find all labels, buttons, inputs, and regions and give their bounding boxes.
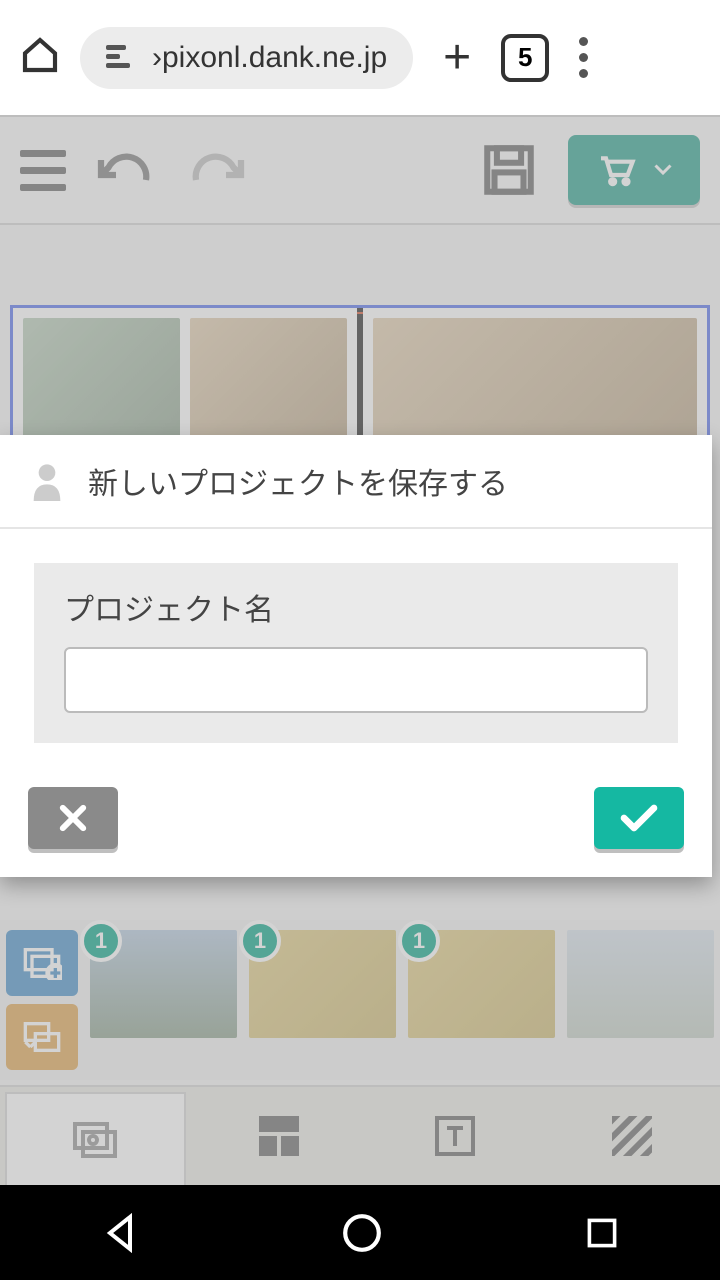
overflow-menu-icon[interactable] xyxy=(569,27,598,88)
home-icon[interactable] xyxy=(20,35,60,80)
confirm-button[interactable] xyxy=(594,787,684,849)
save-project-dialog: 新しいプロジェクトを保存する プロジェクト名 xyxy=(0,435,712,877)
add-photo-button[interactable] xyxy=(6,930,78,996)
cart-button[interactable] xyxy=(568,135,700,205)
left-page[interactable] xyxy=(13,308,357,452)
tab-background[interactable] xyxy=(544,1087,720,1185)
home-circle-icon[interactable] xyxy=(341,1212,383,1254)
chevron-down-icon xyxy=(654,164,672,176)
thumbnail[interactable] xyxy=(567,930,714,1038)
back-icon[interactable] xyxy=(100,1213,140,1253)
tab-layout[interactable] xyxy=(191,1087,368,1185)
usage-badge: 1 xyxy=(239,920,281,962)
usage-badge: 1 xyxy=(80,920,122,962)
redo-icon xyxy=(186,150,246,190)
menu-icon[interactable] xyxy=(20,150,66,191)
page-spread[interactable] xyxy=(10,305,710,455)
site-settings-icon xyxy=(106,45,136,71)
swap-photo-button[interactable] xyxy=(6,1004,78,1070)
project-name-label: プロジェクト名 xyxy=(64,585,648,629)
photo-placeholder[interactable] xyxy=(373,318,697,442)
url-bar[interactable]: ›pixonl.dank.ne.jp xyxy=(80,27,413,89)
thumbnail[interactable]: 1 xyxy=(249,930,396,1038)
thumbnail-strip: 1 1 1 xyxy=(0,920,720,1080)
browser-bar: ›pixonl.dank.ne.jp + 5 xyxy=(0,0,720,115)
url-text: ›pixonl.dank.ne.jp xyxy=(152,41,387,75)
usage-badge: 1 xyxy=(398,920,440,962)
thumbnail[interactable]: 1 xyxy=(90,930,237,1038)
app-toolbar xyxy=(0,115,720,225)
save-icon[interactable] xyxy=(480,141,538,199)
tab-photos[interactable] xyxy=(5,1092,186,1185)
check-icon xyxy=(619,803,659,833)
app-area: 1 1 1 新しいプロジェクトを保存する プロ xyxy=(0,115,720,1185)
right-page[interactable] xyxy=(363,308,707,452)
project-name-input[interactable] xyxy=(64,647,648,713)
person-icon xyxy=(30,461,64,501)
dialog-title: 新しいプロジェクトを保存する xyxy=(88,459,508,503)
tab-text[interactable] xyxy=(367,1087,544,1185)
new-tab-icon[interactable]: + xyxy=(433,30,481,85)
bottom-tab-bar xyxy=(0,1085,720,1185)
undo-icon[interactable] xyxy=(96,150,156,190)
cancel-button[interactable] xyxy=(28,787,118,849)
recents-icon[interactable] xyxy=(584,1215,620,1251)
android-nav-bar xyxy=(0,1185,720,1280)
thumbnail[interactable]: 1 xyxy=(408,930,555,1038)
close-icon xyxy=(56,801,90,835)
tab-switcher[interactable]: 5 xyxy=(501,34,549,82)
photo-placeholder[interactable] xyxy=(23,318,180,442)
photo-placeholder[interactable] xyxy=(190,318,347,442)
